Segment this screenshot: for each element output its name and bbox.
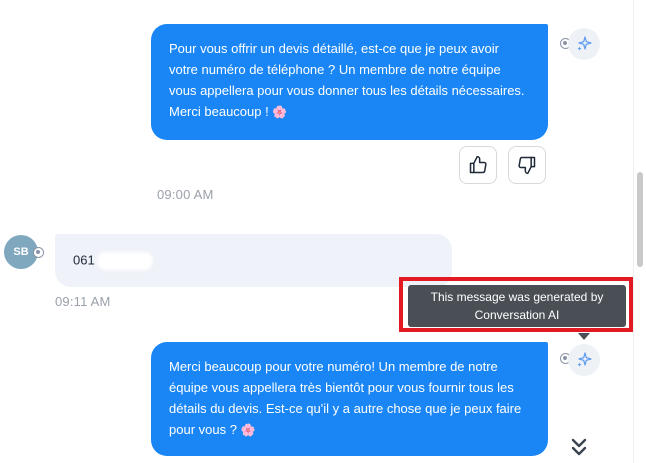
ai-avatar[interactable]: [568, 344, 600, 376]
thumbs-up-icon: [469, 155, 487, 174]
bot-message-bubble: Merci beaucoup pour votre numéro! Un mem…: [151, 342, 548, 456]
user-initials: SB: [13, 246, 29, 258]
user-message-bubble: 061: [55, 234, 452, 287]
bot-message-text: Pour vous offrir un devis détaillé, est-…: [169, 41, 525, 119]
thumbs-down-button[interactable]: [508, 146, 546, 184]
bot-message-bubble: Pour vous offrir un devis détaillé, est-…: [151, 24, 548, 140]
bot-message-text: Merci beaucoup pour votre numéro! Un mem…: [169, 359, 522, 437]
redacted-phone-number: [96, 252, 153, 270]
message-timestamp: 09:11 AM: [55, 294, 111, 309]
scrollbar-thumb[interactable]: [637, 172, 643, 267]
instagram-icon: [33, 247, 44, 258]
double-chevron-down-icon: [571, 438, 587, 456]
ai-avatar[interactable]: [568, 28, 600, 60]
thumbs-down-icon: [518, 156, 536, 175]
scrollbar-track[interactable]: [633, 0, 646, 463]
flower-emoji: 🌸: [240, 423, 256, 437]
flower-emoji: 🌸: [272, 105, 288, 119]
highlight-frame: [399, 277, 633, 332]
conversation-panel: Pour vous offrir un devis détaillé, est-…: [0, 0, 634, 463]
sparkle-icon: [577, 352, 592, 367]
user-message-text: 061: [73, 252, 95, 268]
tooltip-arrow: [578, 333, 590, 340]
sparkle-icon: [577, 36, 592, 51]
scroll-to-bottom-button[interactable]: [566, 434, 592, 460]
thumbs-up-button[interactable]: [459, 146, 497, 184]
message-timestamp: 09:00 AM: [157, 187, 214, 202]
